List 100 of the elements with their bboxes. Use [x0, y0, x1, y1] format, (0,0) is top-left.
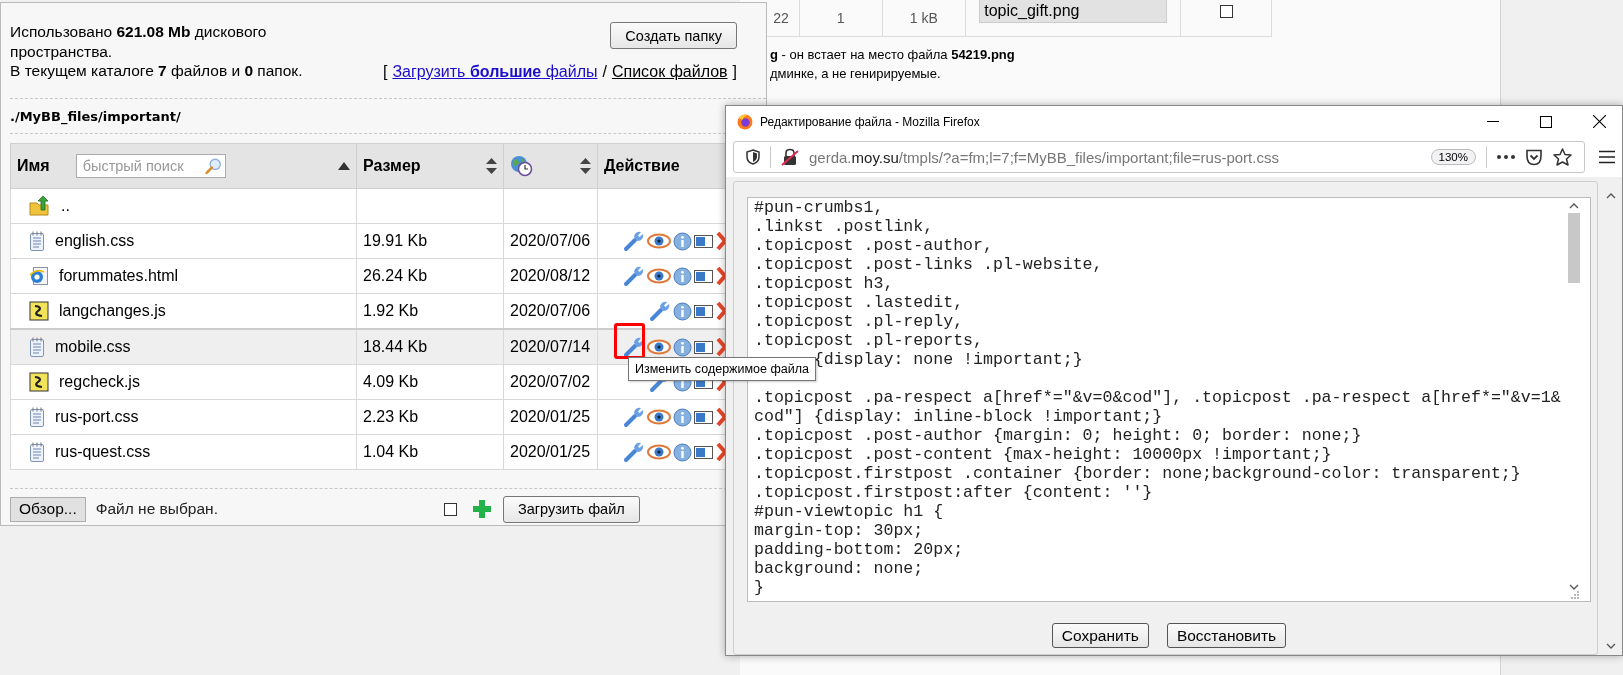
upload-large-link[interactable]: Загрузить большие файлы	[392, 63, 598, 81]
table-cell: 26.24 Kb	[356, 258, 504, 294]
file-name[interactable]: rus-port.css	[55, 408, 139, 426]
window-icon[interactable]	[694, 339, 714, 355]
column-header[interactable]: Действие	[597, 143, 726, 189]
file-name[interactable]: mobile.css	[55, 338, 131, 356]
menu-icon[interactable]	[1599, 150, 1615, 164]
bracket: [	[382, 63, 388, 81]
tooltip: Изменить содержимое файла	[628, 357, 816, 381]
script-icon	[29, 372, 49, 392]
table-cell: 1 kB	[882, 0, 967, 36]
save-button[interactable]: Сохранить	[1051, 623, 1149, 648]
wrench-icon[interactable]	[623, 336, 645, 358]
star-icon[interactable]	[1553, 148, 1572, 166]
notepad-icon	[29, 407, 45, 427]
notepad-icon	[29, 231, 45, 251]
url-text[interactable]: gerda.moy.su/tmpls/?a=fm;l=7;f=MyBB_files/important;file=rus-port.css	[809, 148, 1279, 166]
file-name[interactable]: langchanges.js	[59, 302, 166, 320]
minimize-icon	[1487, 120, 1499, 123]
insecure-lock-icon[interactable]	[781, 148, 799, 166]
table-cell: 18.44 Kb	[356, 329, 504, 365]
info-icon[interactable]	[673, 301, 692, 321]
shield-icon[interactable]	[746, 149, 760, 165]
create-folder-button[interactable]: Создать папку	[610, 22, 737, 49]
search-field[interactable]: быстрый поиск	[75, 154, 226, 178]
window-title: Редактирование файла - Mozilla Firefox	[760, 114, 980, 129]
info-icon[interactable]	[673, 407, 692, 427]
browse-button[interactable]: Обзор...	[10, 496, 86, 522]
file-status-text: Файл не выбран.	[95, 500, 218, 518]
upload-file-button[interactable]: Загрузить файл	[502, 495, 640, 523]
eye-icon[interactable]	[647, 268, 671, 284]
note-text: дминке, а не генирируемые.	[770, 66, 942, 81]
scroll-down-icon[interactable]	[1605, 643, 1616, 649]
file-name[interactable]: rus-quest.css	[55, 443, 151, 461]
more-icon[interactable]	[1497, 155, 1515, 159]
wrench-icon[interactable]	[649, 300, 671, 322]
wrench-icon[interactable]	[623, 230, 645, 252]
eye-icon[interactable]	[647, 409, 671, 425]
plus-icon[interactable]	[472, 500, 491, 518]
scroll-up-icon[interactable]	[1569, 203, 1580, 209]
pocket-icon[interactable]	[1525, 148, 1543, 166]
browser-logo-icon	[737, 113, 753, 130]
eye-icon[interactable]	[647, 444, 671, 460]
restore-button[interactable]: Восстановить	[1166, 623, 1287, 648]
bracket: ]	[732, 63, 737, 81]
search-icon	[204, 156, 222, 176]
close-icon	[1592, 115, 1606, 128]
path-text: ./MyBB_files/important/	[10, 109, 181, 124]
table-cell: 2020/07/14	[503, 329, 598, 365]
file-name-field[interactable]: topic_gift.png	[979, 0, 1168, 23]
eye-icon[interactable]	[647, 339, 671, 355]
parent-directory-link[interactable]: ..	[61, 197, 70, 215]
wrench-icon[interactable]	[623, 265, 645, 287]
maximize-icon	[1540, 115, 1552, 128]
script-icon	[29, 301, 49, 321]
table-cell: 1.04 Kb	[356, 434, 504, 470]
scroll-down-icon[interactable]	[1569, 584, 1580, 590]
file-list-link[interactable]: Список файлов	[611, 63, 728, 81]
table-cell: 2020/07/06	[503, 223, 598, 259]
eye-icon[interactable]	[647, 233, 671, 249]
column-header[interactable]: Имя быстрый поиск	[10, 143, 357, 189]
window-icon[interactable]	[694, 303, 714, 319]
column-header[interactable]	[503, 143, 598, 189]
info-icon[interactable]	[673, 231, 692, 251]
sort-icon	[580, 158, 591, 174]
column-header[interactable]: Размер	[356, 143, 504, 189]
table-cell: 1.92 Kb	[356, 293, 504, 329]
table-cell: 2.23 Kb	[356, 399, 504, 435]
wrench-icon[interactable]	[623, 441, 645, 463]
table-cell: 4.09 Kb	[356, 364, 504, 400]
resize-grip-icon[interactable]	[1569, 590, 1579, 599]
sort-icon	[486, 158, 497, 174]
parent-folder-icon[interactable]	[29, 196, 51, 216]
info-icon[interactable]	[673, 337, 692, 357]
zoom-level-badge[interactable]: 130%	[1430, 149, 1476, 165]
window-icon[interactable]	[694, 444, 714, 460]
file-name[interactable]: forummates.html	[59, 267, 179, 285]
checkbox[interactable]	[443, 502, 457, 516]
address-bar[interactable]: gerda.moy.su/tmpls/?a=fm;l=7;f=MyBB_files/important;file=rus-port.css 130%	[733, 141, 1585, 173]
usage-text: Использовано 621.08 Mb дискового пространства.	[10, 22, 268, 61]
sort-ascending-icon	[338, 162, 350, 170]
checkbox[interactable]	[1219, 4, 1233, 18]
table-cell: 2020/01/25	[503, 434, 598, 470]
note-text: g - он встает на место файла 54219.png	[770, 47, 1016, 62]
table-cell: 2020/07/06	[503, 293, 598, 329]
window-icon[interactable]	[694, 409, 714, 425]
info-icon[interactable]	[673, 266, 692, 286]
notepad-icon	[29, 442, 45, 462]
file-name[interactable]: regcheck.js	[59, 373, 140, 391]
info-icon[interactable]	[673, 442, 692, 462]
table-cell: 2020/01/25	[503, 399, 598, 435]
link-separator: /	[602, 63, 607, 81]
window-icon[interactable]	[694, 233, 714, 249]
window-icon[interactable]	[694, 268, 714, 284]
file-name[interactable]: english.css	[55, 232, 135, 250]
counts-text: В текущем каталоге 7 файлов и 0 папок.	[10, 61, 304, 81]
wrench-icon[interactable]	[623, 406, 645, 428]
scrollbar-thumb[interactable]	[1568, 213, 1581, 283]
scroll-up-icon[interactable]	[1605, 193, 1616, 199]
web-page-icon	[29, 266, 49, 286]
